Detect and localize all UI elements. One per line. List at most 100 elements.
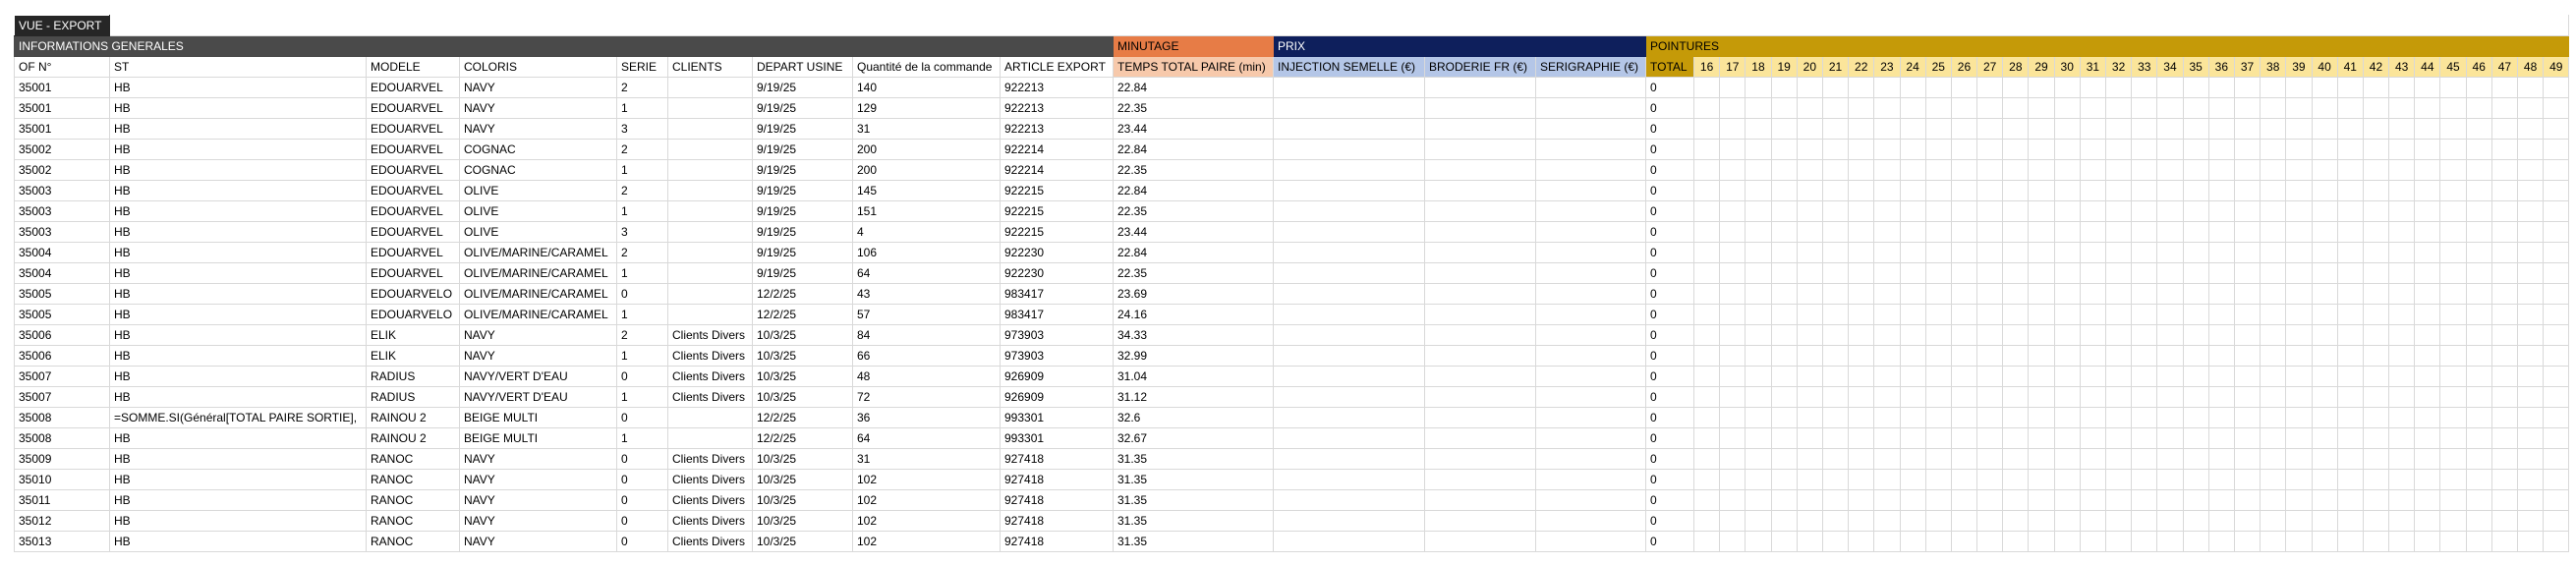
cell-size-29[interactable] — [2028, 489, 2055, 511]
cell-size-41[interactable] — [2336, 407, 2364, 428]
cell-depart[interactable]: 9/19/25 — [752, 77, 853, 98]
cell-size-27[interactable] — [1976, 139, 2004, 160]
cell-size-48[interactable] — [2516, 283, 2545, 305]
cell-size-48[interactable] — [2516, 200, 2545, 222]
cell-size-25[interactable] — [1924, 221, 1952, 243]
cell-size-44[interactable] — [2414, 304, 2441, 325]
cell-size-19[interactable] — [1770, 366, 1798, 387]
cell-size-26[interactable] — [1950, 407, 1978, 428]
cell-size-23[interactable] — [1873, 407, 1901, 428]
cell-size-49[interactable] — [2543, 531, 2570, 552]
cell-size-20[interactable] — [1796, 159, 1823, 181]
cell-size-41[interactable] — [2336, 200, 2364, 222]
cell-size-43[interactable] — [2388, 139, 2416, 160]
cell-size-23[interactable] — [1873, 345, 1901, 367]
cell-size-18[interactable] — [1745, 304, 1772, 325]
cell-size-22[interactable] — [1848, 159, 1875, 181]
cell-size-32[interactable] — [2104, 180, 2133, 201]
cell-size-24[interactable] — [1899, 427, 1926, 449]
cell-size-36[interactable] — [2207, 97, 2235, 119]
cell-size-34[interactable] — [2156, 283, 2184, 305]
cell-total[interactable]: 0 — [1645, 469, 1694, 490]
cell-size-31[interactable] — [2079, 386, 2107, 408]
cell-size-16[interactable] — [1692, 531, 1721, 552]
cell-quantite[interactable]: 102 — [852, 469, 1001, 490]
cell-size-28[interactable] — [2002, 427, 2030, 449]
cell-size-47[interactable] — [2490, 283, 2519, 305]
cell-of[interactable]: 35006 — [14, 345, 110, 367]
cell-modele[interactable]: EDOUARVEL — [366, 242, 460, 263]
cell-coloris[interactable]: NAVY — [459, 489, 617, 511]
cell-st[interactable]: HB — [109, 366, 367, 387]
cell-size-28[interactable] — [2002, 531, 2030, 552]
cell-size-23[interactable] — [1873, 283, 1901, 305]
cell-size-45[interactable] — [2439, 283, 2467, 305]
cell-article[interactable]: 927418 — [1000, 448, 1114, 470]
cell-article[interactable]: 926909 — [1000, 366, 1114, 387]
cell-size-39[interactable] — [2285, 304, 2313, 325]
cell-st[interactable]: HB — [109, 531, 367, 552]
cell-size-21[interactable] — [1821, 345, 1850, 367]
cell-size-32[interactable] — [2104, 531, 2133, 552]
cell-size-44[interactable] — [2414, 510, 2441, 532]
cell-size-17[interactable] — [1719, 283, 1746, 305]
cell-size-17[interactable] — [1719, 262, 1746, 284]
header-size-23[interactable]: 23 — [1873, 56, 1901, 78]
cell-size-45[interactable] — [2439, 159, 2467, 181]
cell-temps[interactable]: 23.44 — [1113, 118, 1274, 140]
cell-size-26[interactable] — [1950, 262, 1978, 284]
cell-size-49[interactable] — [2543, 180, 2570, 201]
header-size-20[interactable]: 20 — [1796, 56, 1823, 78]
cell-clients[interactable]: Clients Divers — [667, 469, 753, 490]
cell-size-35[interactable] — [2182, 97, 2209, 119]
cell-size-26[interactable] — [1950, 283, 1978, 305]
cell-size-29[interactable] — [2028, 448, 2055, 470]
cell-size-33[interactable] — [2131, 200, 2158, 222]
cell-size-43[interactable] — [2388, 262, 2416, 284]
cell-size-36[interactable] — [2207, 159, 2235, 181]
header-article-export[interactable]: ARTICLE EXPORT — [1000, 56, 1114, 78]
cell-size-47[interactable] — [2490, 118, 2519, 140]
cell-total[interactable]: 0 — [1645, 242, 1694, 263]
cell-size-32[interactable] — [2104, 283, 2133, 305]
cell-size-25[interactable] — [1924, 304, 1952, 325]
cell-clients[interactable]: Clients Divers — [667, 366, 753, 387]
cell-quantite[interactable]: 57 — [852, 304, 1001, 325]
cell-size-23[interactable] — [1873, 304, 1901, 325]
cell-modele[interactable]: EDOUARVELO — [366, 283, 460, 305]
cell-size-20[interactable] — [1796, 427, 1823, 449]
cell-size-16[interactable] — [1692, 324, 1721, 346]
cell-size-26[interactable] — [1950, 221, 1978, 243]
cell-broderie[interactable] — [1424, 386, 1536, 408]
cell-size-21[interactable] — [1821, 366, 1850, 387]
cell-size-33[interactable] — [2131, 366, 2158, 387]
cell-size-45[interactable] — [2439, 262, 2467, 284]
cell-size-40[interactable] — [2311, 242, 2338, 263]
cell-size-45[interactable] — [2439, 407, 2467, 428]
cell-temps[interactable]: 31.35 — [1113, 510, 1274, 532]
cell-size-31[interactable] — [2079, 139, 2107, 160]
cell-total[interactable]: 0 — [1645, 139, 1694, 160]
cell-size-17[interactable] — [1719, 118, 1746, 140]
cell-size-29[interactable] — [2028, 304, 2055, 325]
cell-clients[interactable] — [667, 159, 753, 181]
cell-serie[interactable]: 0 — [616, 366, 668, 387]
cell-size-21[interactable] — [1821, 304, 1850, 325]
cell-size-31[interactable] — [2079, 200, 2107, 222]
cell-of[interactable]: 35005 — [14, 283, 110, 305]
cell-serie[interactable]: 0 — [616, 407, 668, 428]
cell-injection[interactable] — [1273, 324, 1425, 346]
header-of[interactable]: OF N° — [14, 56, 110, 78]
cell-of[interactable]: 35002 — [14, 159, 110, 181]
cell-total[interactable]: 0 — [1645, 77, 1694, 98]
cell-size-27[interactable] — [1976, 345, 2004, 367]
cell-coloris[interactable]: OLIVE/MARINE/CARAMEL — [459, 283, 617, 305]
cell-size-41[interactable] — [2336, 118, 2364, 140]
cell-size-18[interactable] — [1745, 180, 1772, 201]
cell-serie[interactable]: 3 — [616, 118, 668, 140]
cell-depart[interactable]: 10/3/25 — [752, 366, 853, 387]
cell-size-27[interactable] — [1976, 118, 2004, 140]
cell-size-33[interactable] — [2131, 386, 2158, 408]
cell-size-47[interactable] — [2490, 345, 2519, 367]
cell-size-42[interactable] — [2362, 366, 2390, 387]
